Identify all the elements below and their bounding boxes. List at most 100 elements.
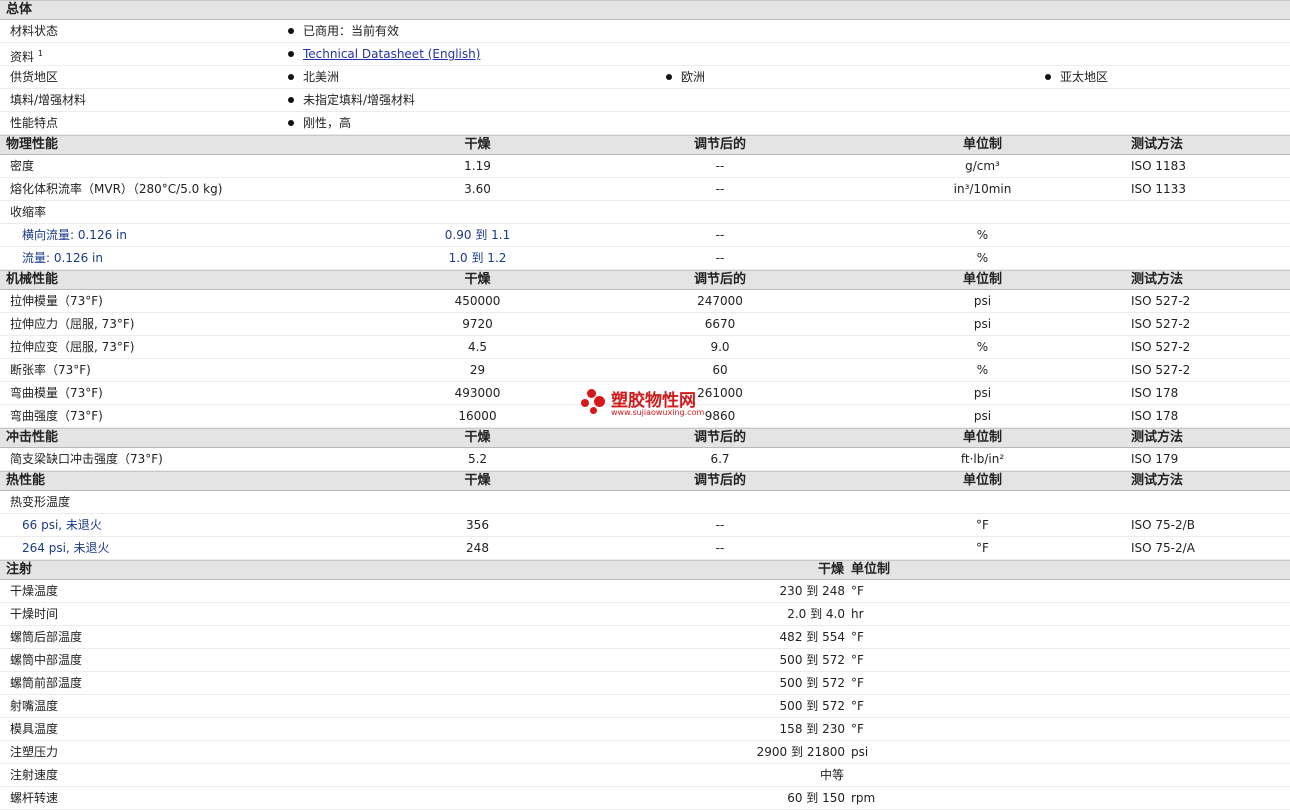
value-dry: 5.2 bbox=[467, 452, 488, 466]
section-title: 机械性能 bbox=[6, 272, 59, 287]
value-unit: in³/10min bbox=[953, 182, 1012, 196]
column-unit: 单位制 bbox=[962, 272, 1002, 287]
value-test-method: ISO 1133 bbox=[1131, 182, 1186, 196]
value-test-method: ISO 75-2/A bbox=[1131, 541, 1195, 555]
value-dry: 500 到 572 bbox=[779, 699, 845, 713]
bullet-icon bbox=[288, 27, 294, 34]
column-conditioned: 调节后的 bbox=[693, 430, 746, 445]
logo-dots-icon bbox=[581, 389, 607, 415]
table-row: 干燥温度 230 到 248 °F bbox=[0, 580, 1290, 603]
section-title: 物理性能 bbox=[6, 137, 59, 152]
property-label: 性能特点 bbox=[10, 116, 59, 130]
value-unit: °F bbox=[851, 722, 864, 736]
bullet-icon bbox=[288, 73, 294, 80]
table-row: 干燥时间 2.0 到 4.0 hr bbox=[0, 603, 1290, 626]
value-unit: rpm bbox=[851, 791, 876, 805]
column-conditioned: 调节后的 bbox=[693, 473, 746, 488]
value-dry: 2900 到 21800 bbox=[756, 745, 845, 759]
property-label: 螺杆转速 bbox=[10, 791, 59, 805]
value-dry: 482 到 554 bbox=[779, 630, 845, 644]
row-shrinkage: 收缩率 bbox=[0, 201, 1290, 224]
value-test-method: ISO 75-2/B bbox=[1131, 518, 1195, 532]
bullet-icon bbox=[288, 96, 294, 103]
site-watermark: 塑胶物性网 www.sujiaowuxing.com bbox=[581, 385, 721, 425]
value-dry: 3.60 bbox=[464, 182, 491, 196]
table-row: 拉伸应力（屈服, 73°F) 9720 6670 psi ISO 527-2 bbox=[0, 313, 1290, 336]
row-shrinkage-md: 流量: 0.126 in 1.0 到 1.2 -- % bbox=[0, 247, 1290, 270]
column-dry: 干燥 bbox=[818, 562, 845, 577]
value-dry: 1.19 bbox=[464, 159, 491, 173]
value-dry: 500 到 572 bbox=[779, 653, 845, 667]
value-conditioned: 6670 bbox=[704, 317, 736, 331]
row-filler: 填料/增强材料 未指定填料/增强材料 bbox=[0, 89, 1290, 112]
property-label: 供货地区 bbox=[10, 70, 59, 84]
value-unit: °F bbox=[851, 653, 864, 667]
value-dry: 493000 bbox=[454, 386, 501, 400]
value-unit: psi bbox=[973, 294, 992, 308]
value-unit: °F bbox=[851, 699, 864, 713]
table-row: 注塑压力 2900 到 21800 psi bbox=[0, 741, 1290, 764]
property-sublabel: 264 psi, 未退火 bbox=[22, 541, 110, 555]
value-dry: 158 到 230 bbox=[779, 722, 845, 736]
property-label: 简支梁缺口冲击强度（73°F) bbox=[10, 452, 163, 466]
property-label: 断张率（73°F) bbox=[10, 363, 91, 377]
value-unit: % bbox=[976, 251, 989, 265]
table-row: 螺筒后部温度 482 到 554 °F bbox=[0, 626, 1290, 649]
section-header-general: 总体 bbox=[0, 0, 1290, 20]
region-item: 亚太地区 bbox=[1045, 66, 1108, 88]
property-label: 注塑压力 bbox=[10, 745, 59, 759]
value-dry: 248 bbox=[466, 541, 489, 555]
value-test-method: ISO 179 bbox=[1131, 452, 1179, 466]
value-unit: psi bbox=[973, 386, 992, 400]
column-dry: 干燥 bbox=[464, 430, 491, 445]
property-value: Technical Datasheet (English) bbox=[288, 43, 480, 65]
bullet-icon bbox=[288, 50, 294, 57]
row-density: 密度 1.19 -- g/cm³ ISO 1183 bbox=[0, 155, 1290, 178]
value-unit: °F bbox=[851, 630, 864, 644]
value-conditioned: 60 bbox=[712, 363, 728, 377]
value-conditioned: -- bbox=[715, 228, 725, 242]
datasheet-link[interactable]: Technical Datasheet (English) bbox=[303, 47, 480, 61]
property-label: 弯曲模量（73°F) bbox=[10, 386, 103, 400]
value-conditioned: -- bbox=[715, 541, 725, 555]
watermark-url: www.sujiaowuxing.com bbox=[611, 408, 705, 417]
row-documents: 资料 1 Technical Datasheet (English) bbox=[0, 43, 1290, 66]
column-test-method: 测试方法 bbox=[1131, 137, 1184, 152]
value-dry: 中等 bbox=[820, 768, 845, 782]
section-header-impact: 冲击性能 干燥 调节后的 单位制 测试方法 bbox=[0, 428, 1290, 448]
column-test-method: 测试方法 bbox=[1131, 272, 1184, 287]
value-unit: % bbox=[976, 340, 989, 354]
value-unit: °F bbox=[976, 518, 989, 532]
property-label: 拉伸模量（73°F) bbox=[10, 294, 103, 308]
section-header-mechanical: 机械性能 干燥 调节后的 单位制 测试方法 bbox=[0, 270, 1290, 290]
column-test-method: 测试方法 bbox=[1131, 473, 1184, 488]
value-unit: psi bbox=[973, 317, 992, 331]
value-test-method: ISO 527-2 bbox=[1131, 340, 1191, 354]
table-row: 拉伸模量（73°F) 450000 247000 psi ISO 527-2 bbox=[0, 290, 1290, 313]
property-label: 螺筒中部温度 bbox=[10, 653, 83, 667]
table-row: 简支梁缺口冲击强度（73°F) 5.2 6.7 ft·lb/in² ISO 17… bbox=[0, 448, 1290, 471]
value-dry: 9720 bbox=[462, 317, 493, 331]
property-label: 收缩率 bbox=[10, 205, 47, 219]
table-row: 66 psi, 未退火 356 -- °F ISO 75-2/B bbox=[0, 514, 1290, 537]
column-unit: 单位制 bbox=[962, 137, 1002, 152]
section-header-thermal: 热性能 干燥 调节后的 单位制 测试方法 bbox=[0, 471, 1290, 491]
property-sublabel: 66 psi, 未退火 bbox=[22, 518, 102, 532]
column-dry: 干燥 bbox=[464, 137, 491, 152]
value-unit: % bbox=[976, 363, 989, 377]
value-conditioned: -- bbox=[715, 159, 725, 173]
value-dry: 500 到 572 bbox=[779, 676, 845, 690]
property-label: 填料/增强材料 bbox=[10, 93, 87, 107]
section-title: 总体 bbox=[6, 2, 33, 17]
column-test-method: 测试方法 bbox=[1131, 430, 1184, 445]
section-title: 热性能 bbox=[6, 473, 46, 488]
value-dry: 16000 bbox=[458, 409, 497, 423]
table-row: 螺筒前部温度 500 到 572 °F bbox=[0, 672, 1290, 695]
value-unit: hr bbox=[851, 607, 864, 621]
row-hdt: 热变形温度 bbox=[0, 491, 1290, 514]
table-row: 264 psi, 未退火 248 -- °F ISO 75-2/A bbox=[0, 537, 1290, 560]
section-header-physical: 物理性能 干燥 调节后的 单位制 测试方法 bbox=[0, 135, 1290, 155]
table-row: 拉伸应变（屈服, 73°F) 4.5 9.0 % ISO 527-2 bbox=[0, 336, 1290, 359]
value-conditioned: 247000 bbox=[697, 294, 743, 308]
value-conditioned: 9.0 bbox=[710, 340, 730, 354]
